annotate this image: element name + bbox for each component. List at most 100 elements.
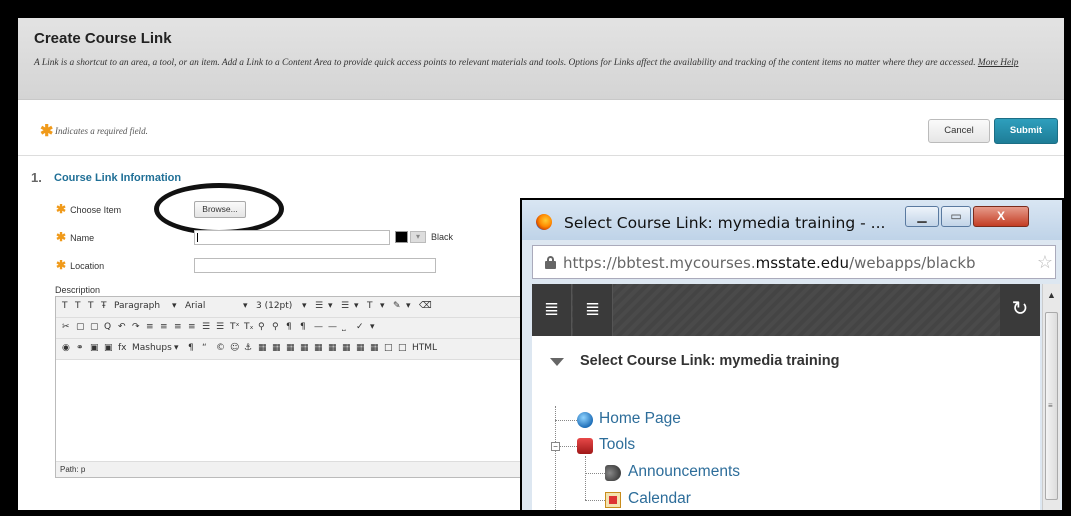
editor-toolbar-icon[interactable]: ☺ [230,343,239,353]
editor-toolbar-icon[interactable]: ≡ [188,322,196,332]
tree-node-tools[interactable]: Tools [599,436,635,454]
editor-toolbar-icon[interactable]: ▢ [76,322,85,332]
editor-toolbar-icon[interactable]: ▾ [302,301,307,311]
editor-toolbar-icon[interactable]: ✓ [356,322,364,332]
editor-toolbar-icon[interactable]: ▣ [90,343,99,353]
popup-titlebar: Select Course Link: mymedia training - .… [522,200,1062,240]
maximize-button[interactable]: ▭ [941,206,971,227]
scrollbar-thumb[interactable]: ≡ [1045,312,1058,500]
collapse-triangle-icon[interactable] [550,358,564,366]
tree-node-announcements[interactable]: Announcements [628,463,740,481]
editor-toolbar-icon[interactable]: Q [104,322,111,332]
editor-toolbar-icon[interactable]: ⚭ [76,343,84,353]
name-input[interactable] [194,230,390,245]
editor-toolbar-icon[interactable]: fx [118,343,127,353]
editor-toolbar-icon[interactable]: ☰ [315,301,323,311]
editor-toolbar-icon[interactable]: □ [384,343,393,353]
editor-toolbar-icon[interactable]: ▾ [328,301,333,311]
menu-icon[interactable]: ≣ [532,284,572,336]
cancel-button[interactable]: Cancel [928,119,990,143]
editor-toolbar-icon[interactable]: © [216,343,225,353]
editor-toolbar-icon[interactable]: ▦ [370,343,379,353]
editor-toolbar-icon[interactable]: ¶ [286,322,292,332]
editor-toolbar-icon[interactable]: ▦ [258,343,267,353]
editor-toolbar-icon[interactable]: Tₓ [244,322,254,332]
editor-toolbar-icon[interactable]: ☰ [202,322,210,332]
editor-toolbar-icon[interactable]: ▦ [356,343,365,353]
refresh-icon[interactable]: ↻ [1000,284,1040,336]
color-swatch[interactable] [395,231,408,243]
editor-toolbar-icon[interactable]: ¶ [300,322,306,332]
editor-toolbar-icon[interactable]: “ [202,343,207,353]
editor-toolbar-icon[interactable]: ⎵ [342,322,346,332]
editor-toolbar-icon[interactable]: Arial [185,301,205,311]
editor-toolbar-icon[interactable]: ▾ [243,301,248,311]
close-button[interactable]: X [973,206,1029,227]
list-icon[interactable]: ≣ [573,284,613,336]
editor-toolbar-icon[interactable]: ▾ [406,301,411,311]
calendar-icon [605,492,621,508]
address-bar[interactable]: https://bbtest.mycourses.msstate.edu/web… [532,245,1056,279]
tree-node-calendar[interactable]: Calendar [628,490,691,508]
location-input[interactable] [194,258,436,273]
editor-toolbar-icon[interactable]: ▦ [286,343,295,353]
editor-toolbar-icon[interactable]: ¶ [188,343,194,353]
location-label: ✱ Location [56,258,105,272]
editor-toolbar-icon[interactable]: T [367,301,373,311]
editor-toolbar-icon[interactable]: ▦ [328,343,337,353]
editor-content-area[interactable] [56,361,554,461]
editor-toolbar-icon[interactable]: ⚓ [244,343,252,353]
editor-toolbar-icon[interactable]: ≡ [146,322,154,332]
name-label: ✱ Name [56,230,95,244]
editor-toolbar-icon[interactable]: ✎ [393,301,401,311]
popup-scrollbar[interactable]: ▲ ≡ [1042,284,1060,510]
editor-toolbar-row-3: ◉ ⚭ ▣ ▣ fx Mashups ▾ ¶ “ © ☺ ⚓ ▦ ▦ ▦ ▦ ▦ ▦ ▦ ▦ ▦ □ □ HTML [56,339,556,360]
editor-toolbar-icon[interactable]: ⚲ [272,322,279,332]
editor-toolbar-icon[interactable]: — [328,322,337,332]
editor-toolbar-icon[interactable]: ▾ [172,301,177,311]
editor-toolbar-icon[interactable]: ▦ [300,343,309,353]
page-title: Create Course Link [34,30,172,47]
editor-toolbar-icon[interactable]: Mashups [132,343,172,353]
editor-toolbar-icon[interactable]: Ŧ [101,301,107,311]
editor-toolbar-icon[interactable]: ▦ [272,343,281,353]
submit-button[interactable]: Submit [994,118,1058,144]
editor-toolbar-icon[interactable]: ☰ [216,322,224,332]
editor-toolbar-icon[interactable]: ☰ [341,301,349,311]
editor-toolbar-icon[interactable]: ▾ [370,322,375,332]
editor-toolbar-icon[interactable]: ▦ [314,343,323,353]
tree-node-home-page[interactable]: Home Page [599,410,681,428]
editor-toolbar-icon[interactable]: ✂ [62,322,70,332]
tree-collapse-toggle[interactable]: − [551,442,560,451]
editor-toolbar-icon[interactable]: ▣ [104,343,113,353]
lock-icon [545,256,556,269]
editor-toolbar-icon[interactable]: ↶ [118,322,126,332]
editor-toolbar-icon[interactable]: ▾ [354,301,359,311]
bookmark-star-icon[interactable]: ☆ [1037,252,1053,273]
editor-toolbar-icon[interactable]: HTML [412,343,437,353]
color-picker-button[interactable]: ▾ [410,231,426,243]
editor-toolbar-icon[interactable]: ◉ [62,343,70,353]
required-row: ✱ Indicates a required field. Cancel Sub… [18,108,1064,156]
editor-toolbar-icon[interactable]: — [314,322,323,332]
editor-toolbar-icon[interactable]: ▾ [174,343,179,353]
editor-toolbar-icon[interactable]: ⚲ [258,322,265,332]
more-help-link[interactable]: More Help [978,58,1019,68]
editor-toolbar-icon[interactable]: Paragraph [114,301,160,311]
editor-toolbar-icon[interactable]: T [62,301,68,311]
editor-toolbar-icon[interactable]: ▦ [342,343,351,353]
editor-toolbar-icon[interactable]: ⌫ [419,301,432,311]
editor-toolbar-icon[interactable]: Tˣ [230,322,240,332]
editor-toolbar-icon[interactable]: ≡ [160,322,168,332]
tree-connector [585,456,586,500]
editor-toolbar-icon[interactable]: ▾ [380,301,385,311]
editor-toolbar-icon[interactable]: 3 (12pt) [256,301,292,311]
editor-toolbar-icon[interactable]: ↷ [132,322,140,332]
editor-toolbar-icon[interactable]: ≡ [174,322,182,332]
scroll-up-arrow-icon[interactable]: ▲ [1047,290,1056,300]
editor-toolbar-icon[interactable]: T [88,301,94,311]
editor-toolbar-icon[interactable]: T [75,301,81,311]
editor-toolbar-icon[interactable]: □ [398,343,407,353]
minimize-button[interactable]: ▁ [905,206,939,227]
editor-toolbar-icon[interactable]: ▢ [90,322,99,332]
